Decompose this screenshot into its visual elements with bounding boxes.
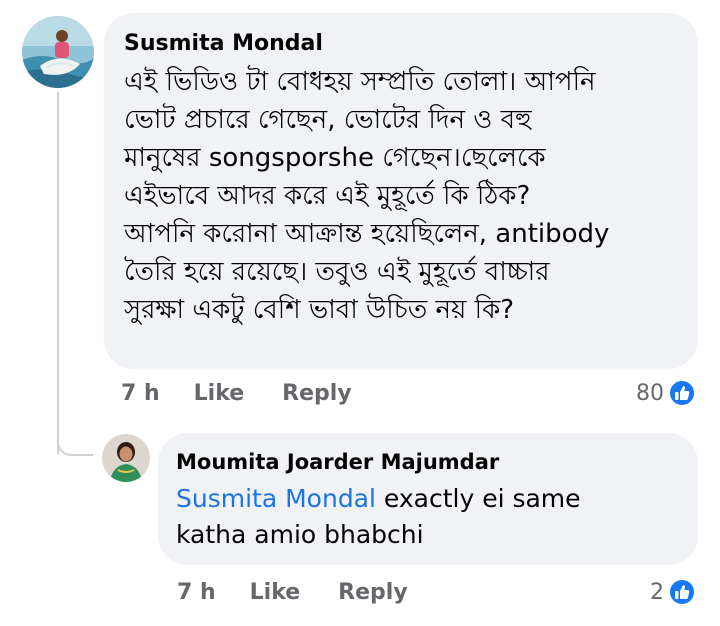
reaction-count: 2: [650, 579, 664, 605]
reply-bubble: Moumita Joarder Majumdar Susmita Mondal …: [158, 433, 698, 565]
comment-text-line: এইভাবে আদর করে এই মুহূর্তে কি ঠিক?: [124, 181, 531, 211]
comment-actions: 7 h Like Reply: [121, 381, 352, 406]
reply-avatar[interactable]: [102, 434, 150, 482]
comment-text: এই ভিডিও টা বোধহয় সম্প্রতি তোলা। আপনি ভ…: [124, 63, 698, 329]
reply-button[interactable]: Reply: [282, 381, 352, 406]
reply-text: Susmita Mondal exactly ei same katha ami…: [176, 481, 698, 553]
comment-bubble: Susmita Mondal এই ভিডিও টা বোধহয় সম্প্র…: [104, 13, 698, 369]
commenter-avatar[interactable]: [22, 16, 94, 88]
profile-photo-icon: [102, 434, 150, 482]
reply-timestamp[interactable]: 7 h: [177, 580, 216, 605]
thread-connector-curve: [57, 430, 93, 456]
comment-text-line: মানুষের songsporshe গেছেন।ছেলেকে: [124, 143, 546, 173]
profile-photo-icon: [22, 16, 94, 88]
mention-link[interactable]: Susmita Mondal: [176, 484, 376, 513]
like-button[interactable]: Like: [194, 381, 245, 406]
comment-author-name[interactable]: Susmita Mondal: [124, 31, 698, 57]
thread-connector-line: [57, 92, 59, 454]
comment-text-line: তৈরি হয়ে রয়েছে। তবুও এই মুহূর্তে বাচ্চ…: [124, 257, 550, 287]
comment-text-line: এই ভিডিও টা বোধহয় সম্প্রতি তোলা। আপনি: [124, 67, 596, 97]
reply-button[interactable]: Reply: [338, 580, 408, 605]
reaction-summary[interactable]: 2: [650, 578, 696, 606]
like-button[interactable]: Like: [250, 580, 301, 605]
reply-author-name[interactable]: Moumita Joarder Majumdar: [176, 449, 698, 475]
comment-text-line: সুরক্ষা একটু বেশি ভাবা উচিত নয় কি?: [124, 295, 515, 325]
reply-actions: 7 h Like Reply: [177, 580, 408, 605]
reply-text-line: katha amio bhabchi: [176, 520, 424, 549]
reaction-summary[interactable]: 80: [636, 379, 696, 407]
like-reaction-icon: [668, 379, 696, 407]
reaction-count: 80: [636, 380, 664, 406]
reply-text-segment: exactly ei same: [375, 484, 581, 513]
like-reaction-icon: [668, 578, 696, 606]
reply-text-line: Susmita Mondal exactly ei same: [176, 481, 698, 517]
comment-timestamp[interactable]: 7 h: [121, 381, 160, 406]
comment-text-line: ভোট প্রচারে গেছেন, ভোটের দিন ও বহু: [124, 105, 532, 135]
comment-text-line: আপনি করোনা আক্রান্ত হয়েছিলেন, antibody: [124, 219, 610, 249]
